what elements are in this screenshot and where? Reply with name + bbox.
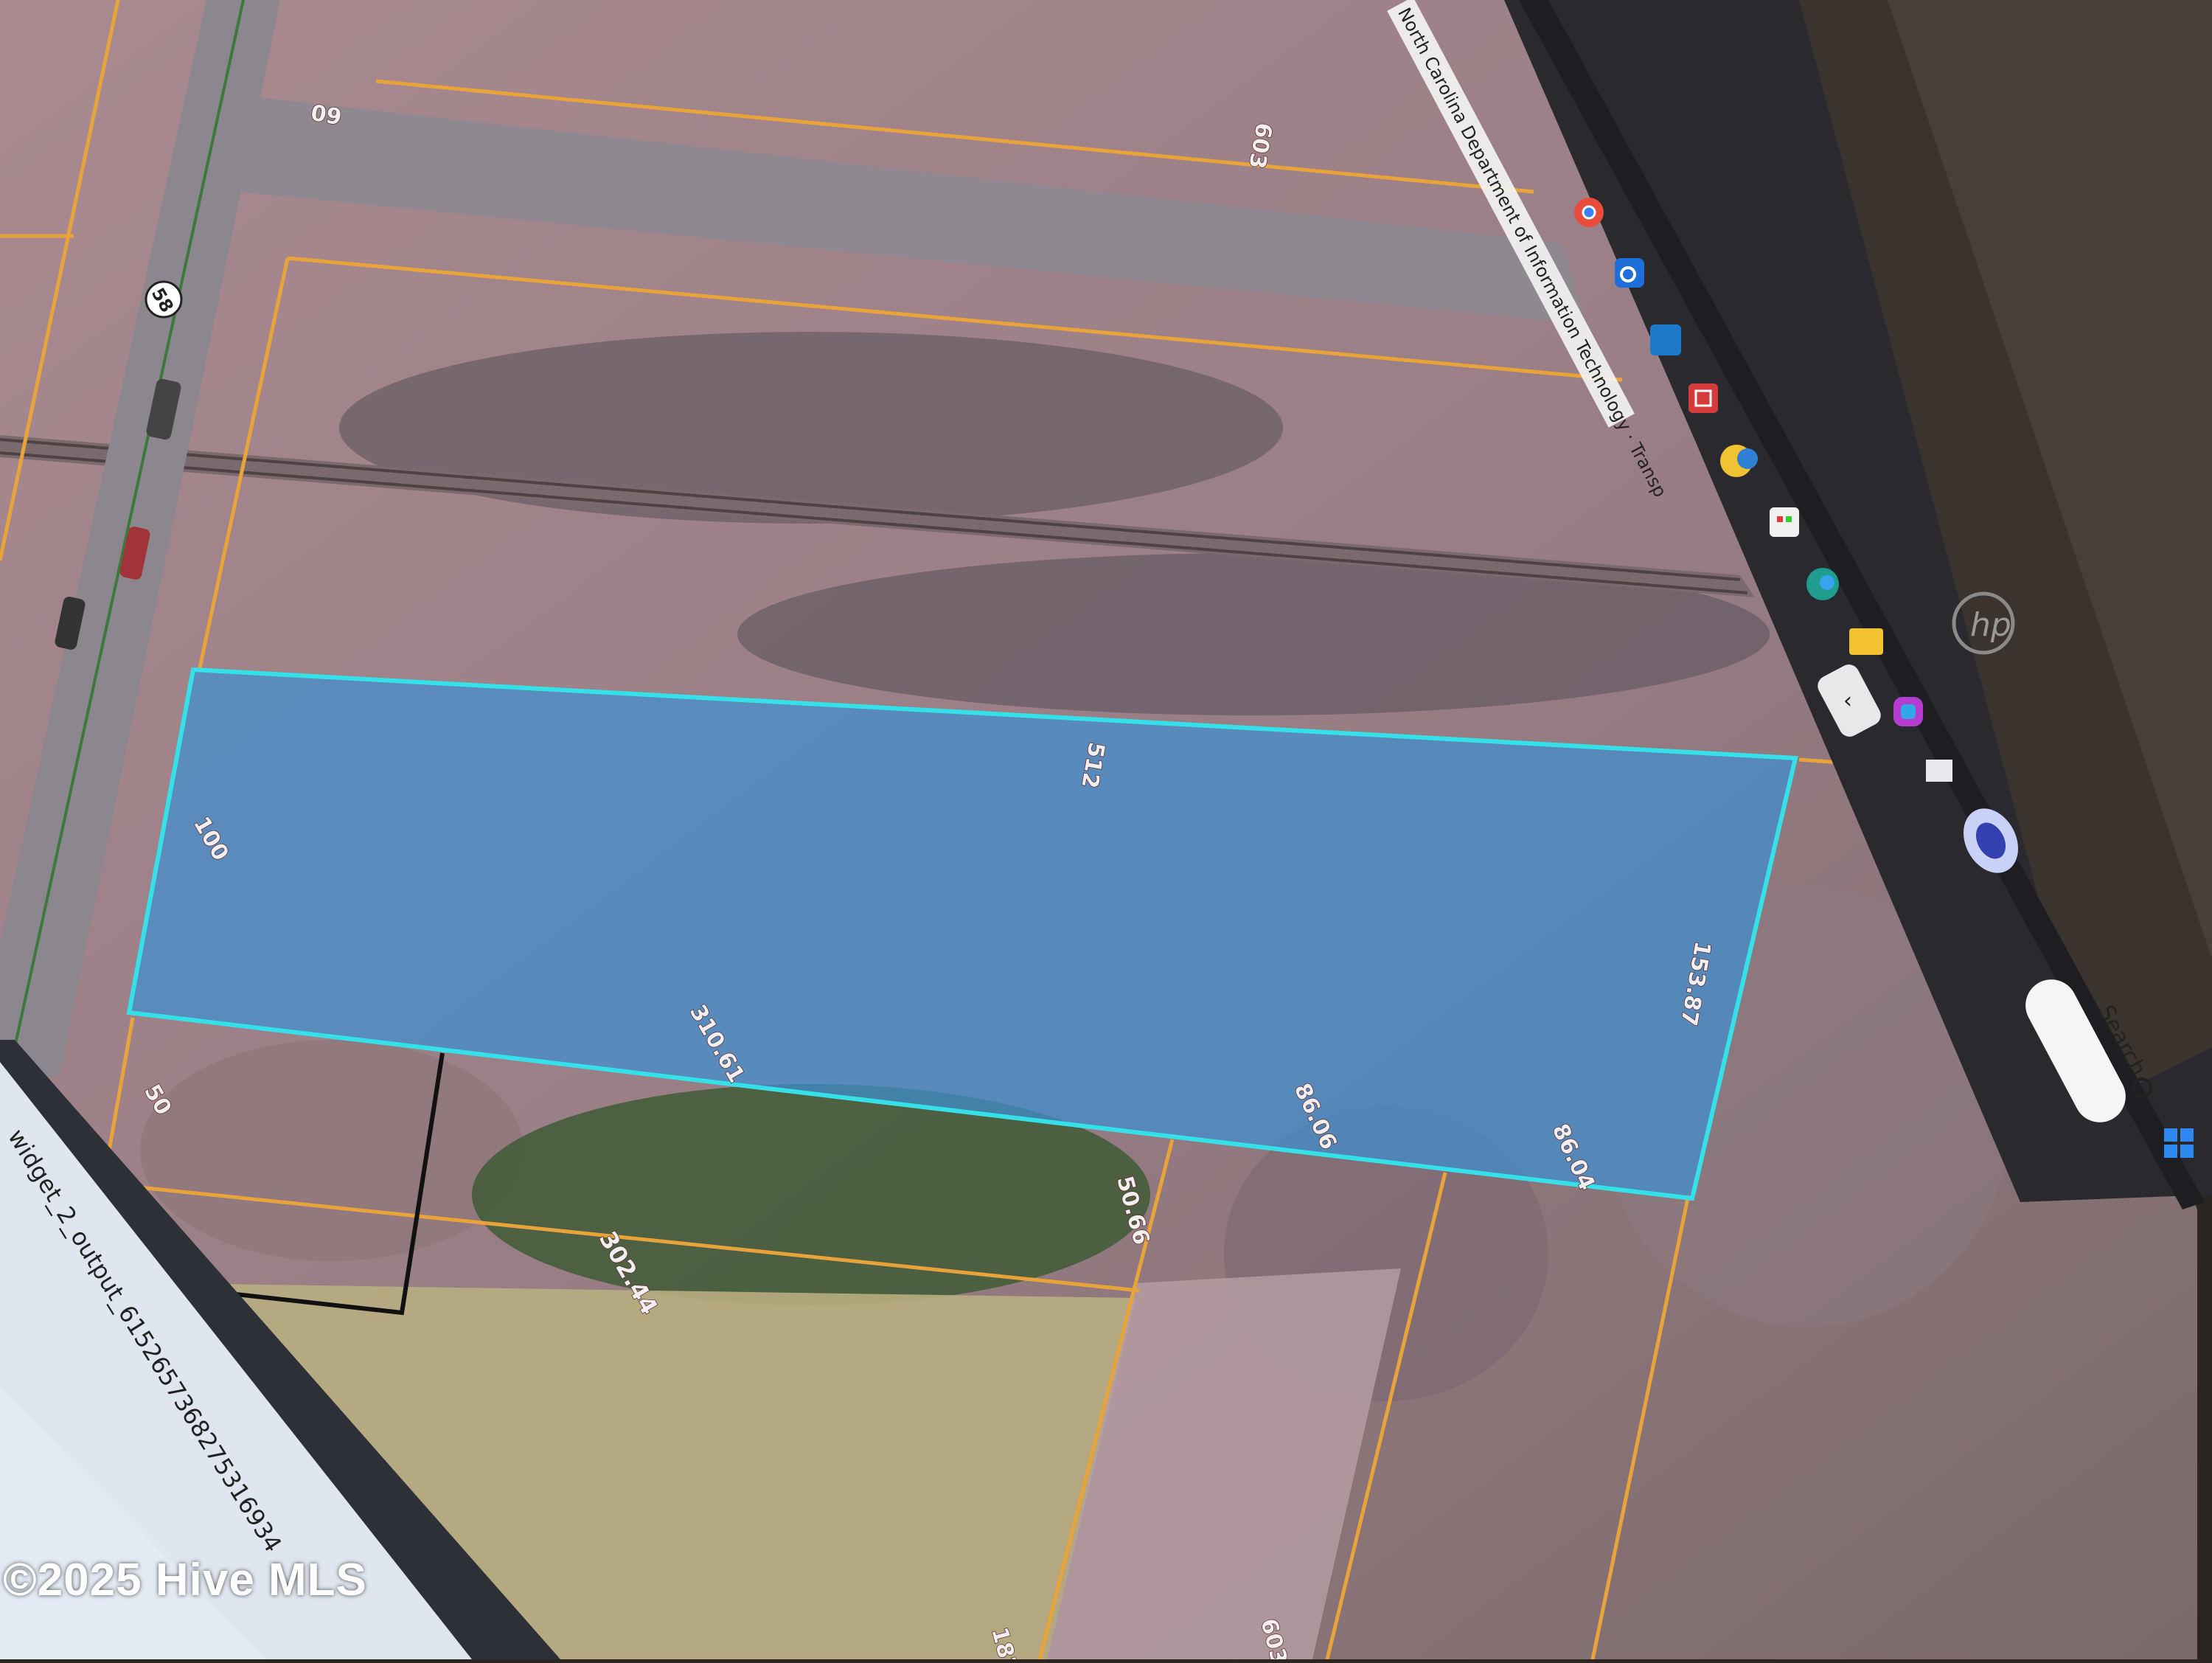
svg-text:hp: hp — [1970, 606, 2011, 644]
edge-icon[interactable] — [1806, 568, 1839, 600]
outlook-icon[interactable] — [1615, 258, 1644, 288]
chevron-glyph: ‹ — [1843, 688, 1852, 714]
pdf-app-icon[interactable] — [1688, 383, 1718, 413]
label-road-60: 60 — [309, 98, 344, 129]
photo-of-monitor-screen: 60 603 512 100 153.87 310.61 86.06 86.04… — [0, 0, 2212, 1663]
file-explorer-icon[interactable] — [1849, 628, 1883, 655]
watermark: ©2025 Hive MLS — [3, 1555, 367, 1605]
map-viewport: 60 603 512 100 153.87 310.61 86.06 86.04… — [0, 0, 2212, 1663]
desktop-icon[interactable] — [1926, 760, 1952, 782]
copilot-icon[interactable] — [1893, 697, 1923, 726]
store-icon[interactable] — [1770, 507, 1799, 537]
route-58-shield: 58 — [145, 280, 183, 319]
mls-app-icon[interactable] — [1650, 324, 1681, 355]
chrome-icon[interactable] — [1574, 198, 1604, 227]
